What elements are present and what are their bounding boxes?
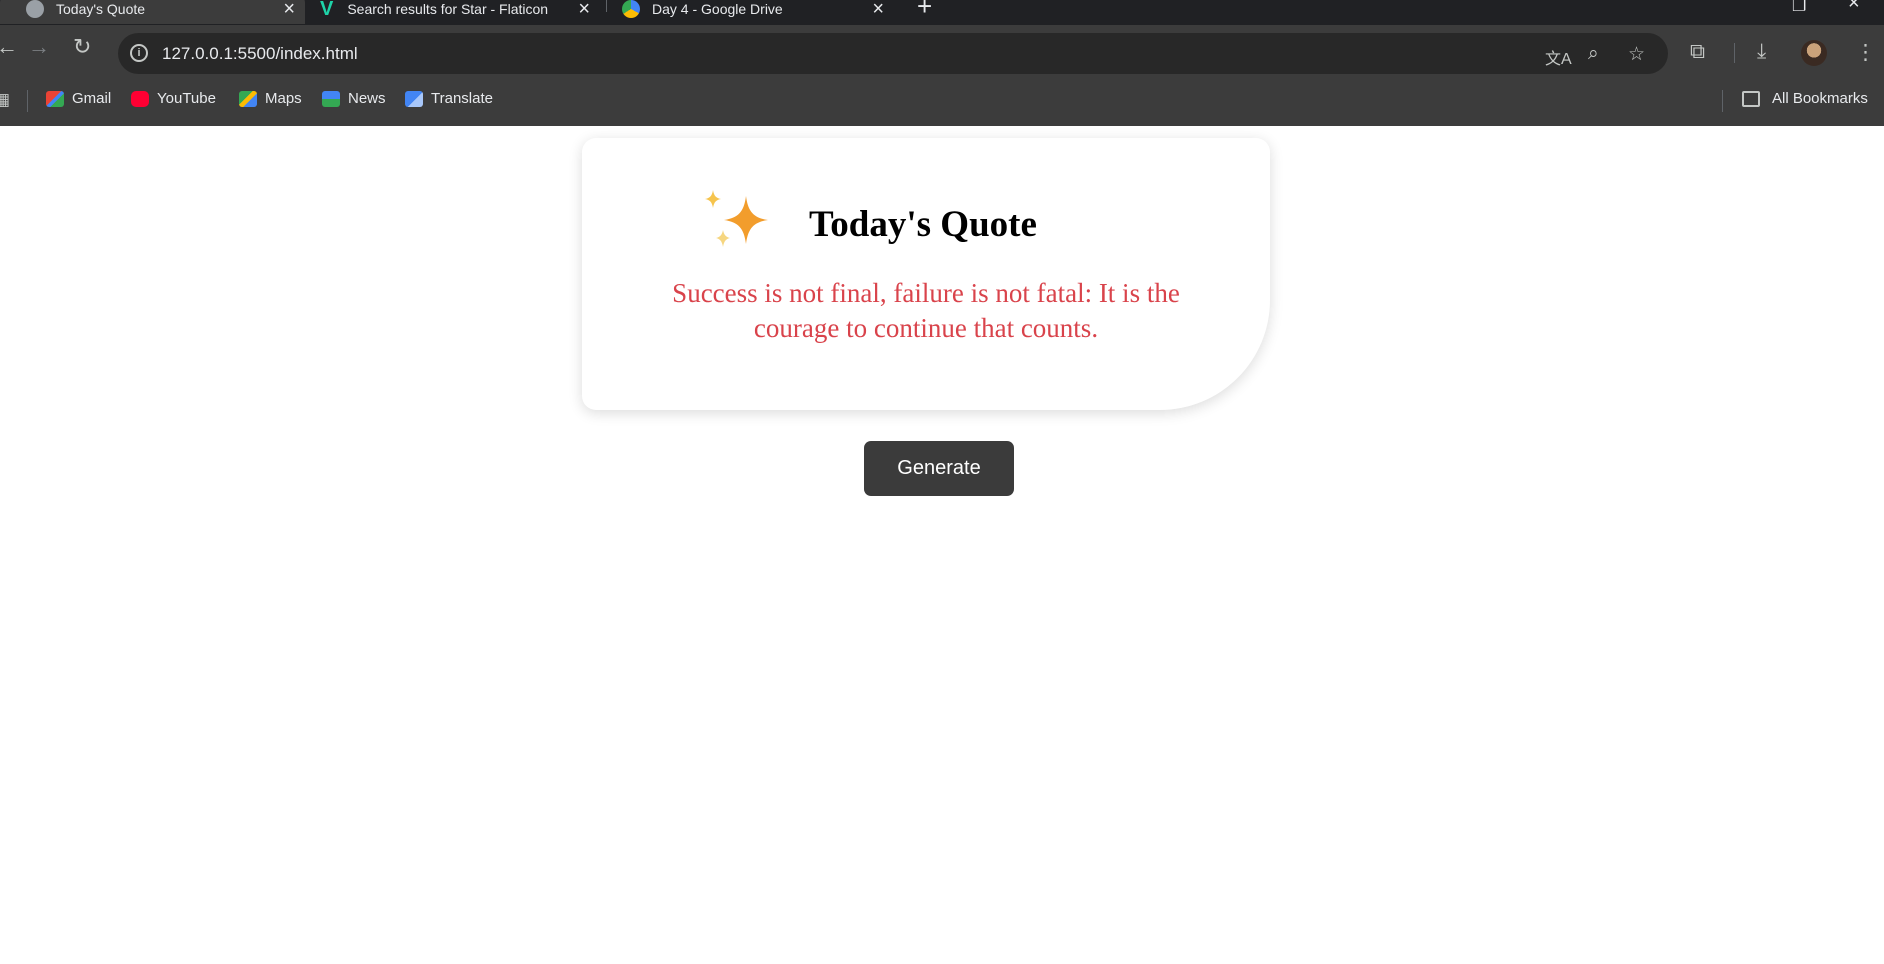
sparkles-icon — [705, 190, 768, 247]
bookmarks-divider — [1722, 90, 1723, 112]
sparkle-small-bottom — [716, 230, 730, 247]
sparkle-small-top — [705, 190, 721, 208]
back-icon[interactable]: ← — [0, 36, 18, 58]
all-bookmarks[interactable]: All Bookmarks — [1742, 90, 1868, 107]
tab-strip: Today's Quote × V Search results for Sta… — [0, 0, 1884, 25]
browser-toolbar: ← → ↻ i 127.0.0.1:5500/index.html 文A ⌕ ☆… — [0, 25, 1884, 75]
bookmarks-divider — [27, 90, 28, 112]
reload-icon[interactable]: ↻ — [73, 36, 91, 58]
gmail-icon — [46, 90, 64, 107]
all-bookmarks-label: All Bookmarks — [1772, 90, 1868, 107]
tab-title: Today's Quote — [56, 0, 146, 17]
menu-icon[interactable]: ⋮ — [1855, 40, 1876, 65]
apps-icon[interactable]: ▦ — [0, 90, 10, 110]
new-tab-icon[interactable]: + — [917, 0, 932, 22]
address-bar[interactable]: i 127.0.0.1:5500/index.html 文A ⌕ ☆ — [118, 33, 1668, 74]
bookmark-label: YouTube — [157, 90, 216, 107]
bookmark-news[interactable]: News — [322, 90, 386, 107]
news-icon — [322, 90, 340, 107]
forward-icon[interactable]: → — [28, 36, 50, 58]
address-url[interactable]: 127.0.0.1:5500/index.html — [162, 44, 358, 64]
toolbar-divider — [1734, 43, 1735, 63]
folder-icon — [1742, 90, 1760, 107]
bookmark-maps[interactable]: Maps — [239, 90, 302, 107]
card-header: Today's Quote — [702, 190, 1152, 254]
close-tab-icon[interactable]: × — [283, 0, 295, 21]
generate-button[interactable]: Generate — [864, 441, 1014, 496]
profile-avatar[interactable] — [1801, 40, 1827, 66]
tab-flaticon[interactable]: V Search results for Star - Flaticon × — [320, 0, 600, 24]
site-info-icon[interactable]: i — [130, 44, 148, 62]
bookmark-youtube[interactable]: YouTube — [131, 90, 216, 107]
zoom-icon[interactable]: ⌕ — [1588, 43, 1599, 65]
quote-text: Success is not final, failure is not fat… — [672, 278, 1180, 343]
google-drive-icon — [622, 0, 640, 18]
globe-icon — [26, 0, 44, 18]
bookmark-label: Translate — [431, 90, 493, 107]
bookmark-label: News — [348, 90, 386, 107]
bookmark-translate[interactable]: Translate — [405, 90, 493, 107]
flaticon-icon: V — [320, 0, 334, 20]
tab-divider — [606, 0, 607, 12]
youtube-icon — [131, 90, 149, 107]
tab-title: Search results for Star - Flaticon — [347, 0, 549, 17]
restore-window-icon[interactable]: ❐ — [1792, 0, 1806, 16]
extensions-icon[interactable]: ⧉ — [1690, 40, 1705, 64]
translate-page-icon[interactable]: 文A — [1545, 45, 1572, 69]
close-window-icon[interactable]: × — [1848, 0, 1860, 15]
tab-title: Day 4 - Google Drive — [652, 0, 783, 17]
sparkle-large — [724, 196, 768, 244]
bookmark-gmail[interactable]: Gmail — [46, 90, 111, 107]
card-title: Today's Quote — [809, 204, 1037, 245]
maps-icon — [239, 90, 257, 107]
bookmarks-bar: ▦ Gmail YouTube Maps News Translate All … — [0, 75, 1884, 126]
bookmark-label: Gmail — [72, 90, 112, 107]
tab-todays-quote[interactable]: Today's Quote × — [0, 0, 305, 24]
tab-google-drive[interactable]: Day 4 - Google Drive × — [622, 0, 894, 24]
bookmark-star-icon[interactable]: ☆ — [1628, 43, 1645, 66]
translate-icon — [405, 90, 423, 107]
bookmark-label: Maps — [265, 90, 302, 107]
close-tab-icon[interactable]: × — [578, 0, 590, 21]
close-tab-icon[interactable]: × — [872, 0, 884, 21]
download-icon[interactable]: ⤓ — [1757, 40, 1766, 64]
quote-card: Today's Quote Success is not final, fail… — [582, 138, 1270, 410]
